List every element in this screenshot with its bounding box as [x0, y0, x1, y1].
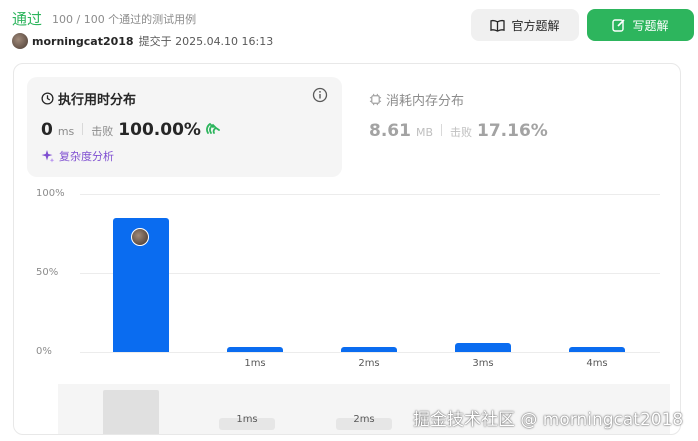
avatar[interactable]: [12, 33, 28, 49]
y-tick-label: 50%: [36, 267, 59, 278]
submission-meta: morningcat2018 提交于 2025.04.10 16:13: [12, 33, 273, 49]
info-icon[interactable]: [312, 87, 328, 103]
runtime-unit: ms: [57, 125, 75, 138]
chart-bar[interactable]: [455, 342, 511, 352]
status-accepted: 通过: [12, 10, 43, 28]
submitted-time: 提交于 2025.04.10 16:13: [138, 35, 274, 48]
gridline: [80, 194, 660, 195]
my-submission-avatar: [131, 227, 149, 246]
divider: [441, 124, 442, 136]
runtime-beat-label: 击败: [91, 125, 114, 138]
sparkle-icon: [41, 150, 55, 163]
runtime-values: 0 ms 击败 100.00%: [41, 120, 221, 140]
complexity-analysis-link[interactable]: 复杂度分析: [41, 148, 114, 164]
clap-icon: [206, 122, 220, 134]
official-solution-button[interactable]: 官方题解: [471, 9, 579, 41]
official-solution-label: 官方题解: [511, 18, 560, 33]
memory-values: 8.61 MB 击败 17.16%: [369, 121, 548, 141]
memory-beat-label: 击败: [450, 126, 472, 139]
mini-x-tick-label: 2ms: [353, 414, 375, 425]
memory-title: 消耗内存分布: [386, 94, 465, 109]
y-tick-label: 0%: [36, 346, 52, 357]
memory-beat-value: 17.16%: [477, 121, 548, 141]
memory-unit: MB: [415, 126, 433, 139]
memory-value: 8.61: [369, 121, 411, 141]
runtime-title: 执行用时分布: [41, 89, 136, 108]
chart-bar[interactable]: [341, 347, 397, 352]
runtime-tile[interactable]: 执行用时分布 0 ms 击败 100.00% 复杂度分析: [27, 77, 342, 177]
x-tick-label: 1ms: [244, 358, 266, 369]
write-solution-label: 写题解: [632, 18, 669, 33]
y-tick-label: 100%: [36, 188, 65, 199]
watermark: 掘金技术社区 @ morningcat2018: [413, 410, 684, 430]
mini-chart-bar: [103, 390, 159, 434]
divider: [82, 123, 84, 135]
username-link[interactable]: morningcat2018: [32, 35, 134, 48]
book-icon: [490, 19, 506, 32]
chart-bar[interactable]: [227, 347, 283, 352]
mini-x-tick-label: 1ms: [236, 414, 258, 425]
x-tick-label: 2ms: [358, 358, 380, 369]
passed-testcases-text: 100 / 100 个通过的测试用例: [52, 13, 197, 26]
x-tick-label: 4ms: [586, 358, 608, 369]
runtime-value: 0: [41, 120, 53, 140]
runtime-distribution-chart[interactable]: 100% 50% 0% 1ms 2ms 3ms 4ms: [14, 184, 680, 374]
gridline: [80, 352, 660, 353]
submission-header: 通过 100 / 100 个通过的测试用例 morningcat2018 提交于…: [12, 6, 694, 54]
chip-icon: [369, 93, 382, 106]
memory-tile[interactable]: 消耗内存分布: [369, 90, 464, 109]
chart-bar[interactable]: [569, 347, 625, 352]
edit-icon: [612, 19, 626, 32]
x-tick-label: 3ms: [472, 358, 494, 369]
result-card: 执行用时分布 0 ms 击败 100.00% 复杂度分析 消耗内存分布 8.61…: [13, 63, 681, 435]
write-solution-button[interactable]: 写题解: [587, 9, 694, 41]
clock-icon: [41, 92, 54, 105]
runtime-beat-value: 100.00%: [118, 120, 201, 140]
